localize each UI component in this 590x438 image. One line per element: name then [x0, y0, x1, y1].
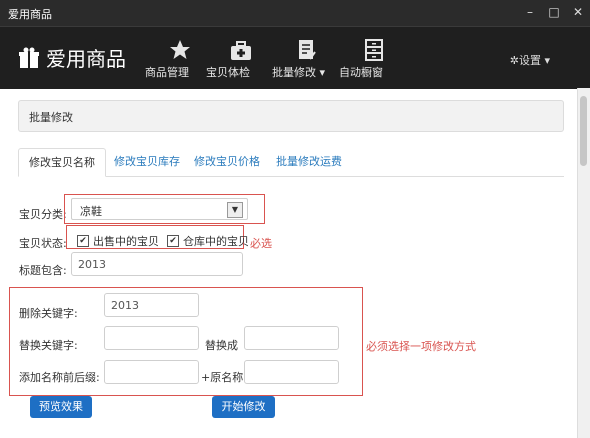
- brand[interactable]: 爱用商品: [18, 43, 126, 72]
- document-edit-icon: [272, 35, 342, 61]
- minimize-button[interactable]: –: [522, 4, 538, 20]
- check-icon: ✔: [167, 235, 179, 247]
- check-icon: ✔: [77, 235, 89, 247]
- tab-edit-shipping[interactable]: 批量修改运费: [266, 148, 352, 175]
- checkbox-label: 出售中的宝贝: [93, 235, 159, 248]
- delete-keyword-input[interactable]: [104, 293, 199, 317]
- top-navbar: 爱用商品 商品管理 宝贝体检 批量修改 ▾ 自动橱窗 ✲设置 ▾: [0, 26, 590, 89]
- panel-title: 批量修改: [29, 111, 73, 124]
- title-contains-input[interactable]: [71, 252, 243, 276]
- prefix-input[interactable]: [104, 360, 199, 384]
- replace-keyword-input[interactable]: [104, 326, 199, 350]
- required-note: 必选: [250, 237, 272, 250]
- nav-item-label: 自动橱窗: [339, 66, 383, 79]
- replace-keyword-label: 替换关键字:: [19, 339, 78, 352]
- prefix-suffix-label: 添加名称前后缀:: [19, 371, 100, 384]
- tab-edit-price[interactable]: 修改宝贝价格: [184, 148, 270, 175]
- category-select[interactable]: 凉鞋 ▼: [71, 198, 248, 220]
- settings-menu[interactable]: ✲设置 ▾: [510, 52, 550, 68]
- delete-keyword-label: 删除关键字:: [19, 307, 78, 320]
- start-edit-button[interactable]: 开始修改: [212, 396, 275, 418]
- suffix-input[interactable]: [244, 360, 339, 384]
- nav-item-product-management[interactable]: 商品管理: [145, 35, 215, 79]
- status-label: 宝贝状态:: [19, 237, 67, 250]
- nav-item-label: 宝贝体检: [206, 66, 250, 79]
- brand-name: 爱用商品: [46, 47, 126, 71]
- replace-with-label: 替换成: [205, 339, 238, 352]
- gift-logo-icon: [19, 47, 39, 68]
- tab-edit-stock[interactable]: 修改宝贝库存: [104, 148, 190, 175]
- nav-item-label: 批量修改 ▾: [272, 66, 326, 79]
- status-on-sale-checkbox[interactable]: ✔ 出售中的宝贝: [77, 233, 159, 249]
- tab-bar: 修改宝贝名称 修改宝贝库存 修改宝贝价格 批量修改运费: [18, 148, 564, 177]
- nav-item-label: 商品管理: [145, 66, 189, 79]
- chevron-down-icon: ▼: [227, 202, 243, 218]
- medical-kit-icon: [206, 35, 276, 61]
- panel-header: 批量修改: [18, 100, 564, 132]
- choose-method-note: 必须选择一项修改方式: [366, 340, 476, 353]
- title-contains-label: 标题包含:: [19, 264, 67, 277]
- replace-with-input[interactable]: [244, 326, 339, 350]
- cabinet-icon: [339, 35, 409, 61]
- tab-edit-title[interactable]: 修改宝贝名称: [18, 148, 106, 177]
- nav-item-batch-edit[interactable]: 批量修改 ▾: [272, 35, 342, 79]
- window-titlebar: 爱用商品 – □ ✕: [0, 0, 590, 26]
- nav-item-product-checkup[interactable]: 宝贝体检: [206, 35, 276, 79]
- category-label: 宝贝分类:: [19, 208, 67, 221]
- window-title: 爱用商品: [8, 8, 52, 21]
- close-button[interactable]: ✕: [570, 4, 586, 20]
- checkbox-label: 仓库中的宝贝: [183, 235, 249, 248]
- maximize-button[interactable]: □: [546, 4, 562, 20]
- preview-button[interactable]: 预览效果: [30, 396, 92, 418]
- star-icon: [145, 35, 215, 61]
- vertical-scrollbar[interactable]: [577, 88, 590, 438]
- category-selected-value: 凉鞋: [80, 205, 102, 218]
- main-content: 批量修改 修改宝贝名称 修改宝贝库存 修改宝贝价格 批量修改运费 宝贝分类: 凉…: [0, 88, 577, 438]
- scrollbar-thumb[interactable]: [580, 96, 587, 166]
- status-in-warehouse-checkbox[interactable]: ✔ 仓库中的宝贝: [167, 233, 249, 249]
- nav-item-auto-window[interactable]: 自动橱窗: [339, 35, 409, 79]
